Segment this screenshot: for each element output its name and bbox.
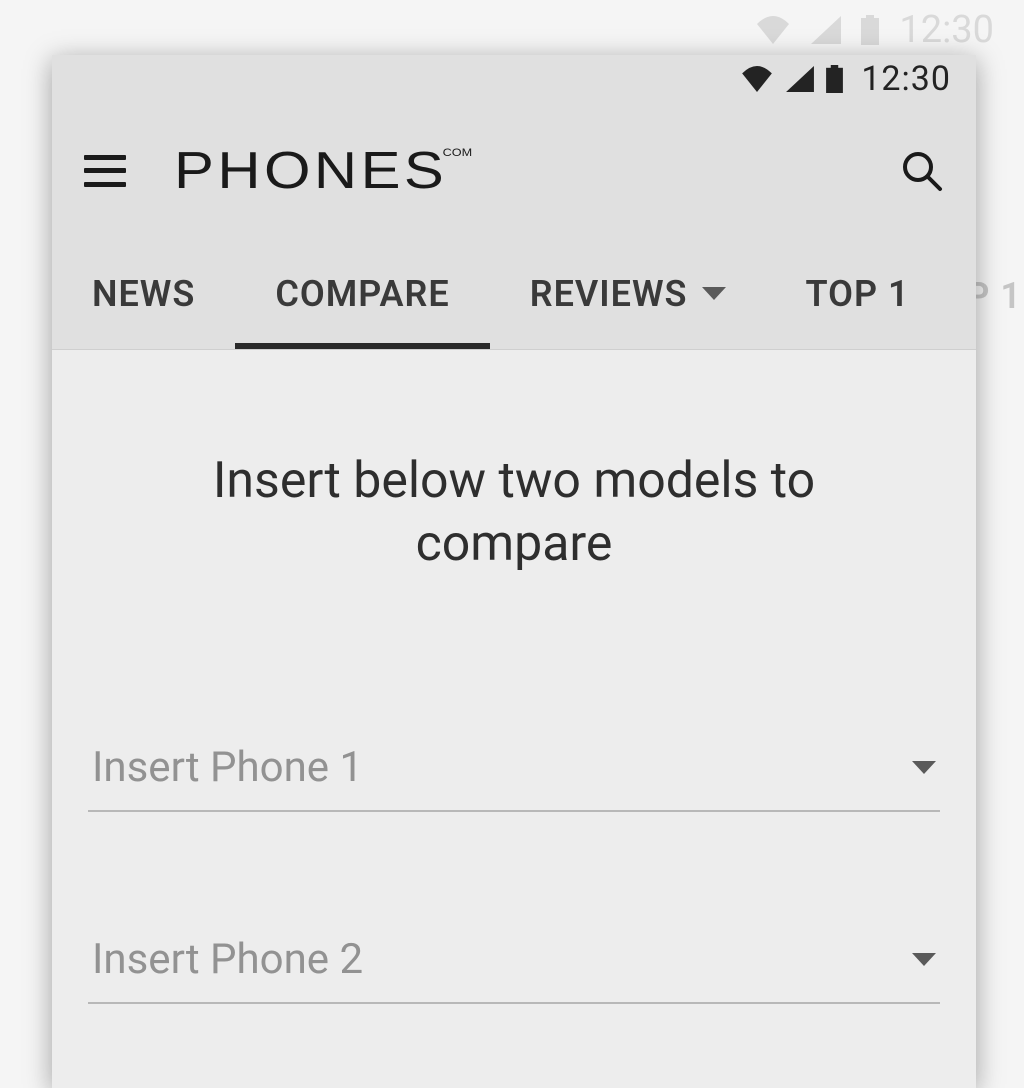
phone-2-placeholder: Insert Phone 2 [92,935,363,984]
tab-reviews[interactable]: REVIEWS [490,238,766,349]
tab-label: TOP 1 [806,273,910,315]
phone-1-select[interactable]: Insert Phone 1 [88,725,940,812]
tab-label: REVIEWS [530,273,688,315]
tab-news[interactable]: NEWS [52,238,235,349]
compare-content: Insert below two models to compare Inser… [52,350,976,1088]
compare-heading: Insert below two models to compare [88,450,940,575]
phone-2-select[interactable]: Insert Phone 2 [88,917,940,1004]
tab-label: NEWS [92,273,195,315]
cell-signal-icon-ghost [811,16,841,44]
phone-1-placeholder: Insert Phone 1 [92,743,363,792]
tab-bar: NEWS COMPARE REVIEWS TOP 1 [52,238,976,350]
tab-top[interactable]: TOP 1 [766,238,950,349]
chevron-down-icon [912,953,936,966]
hamburger-menu-icon[interactable] [84,155,126,187]
battery-icon [826,65,843,93]
status-bar: 12:30 [52,55,976,103]
status-icons [740,65,843,93]
tab-compare[interactable]: COMPARE [235,238,489,349]
cell-signal-icon [786,66,814,92]
status-time: 12:30 [861,59,951,99]
tab-label: COMPARE [275,273,449,315]
battery-icon-ghost [861,15,879,45]
wifi-icon [740,66,774,92]
app-bar: PHONESCOM [52,103,976,238]
ghost-background: 12:30 [0,0,1024,60]
app-title-main: PHONES [174,142,447,200]
chevron-down-icon [702,287,726,300]
app-container: 12:30 PHONESCOM NEWS COMPARE REVIEWS [52,55,976,1088]
app-title: PHONESCOM [174,141,976,201]
status-time-ghost: 12:30 [899,8,994,52]
app-title-suffix: COM [443,147,473,159]
wifi-icon-ghost [755,16,791,44]
chevron-down-icon [912,761,936,774]
